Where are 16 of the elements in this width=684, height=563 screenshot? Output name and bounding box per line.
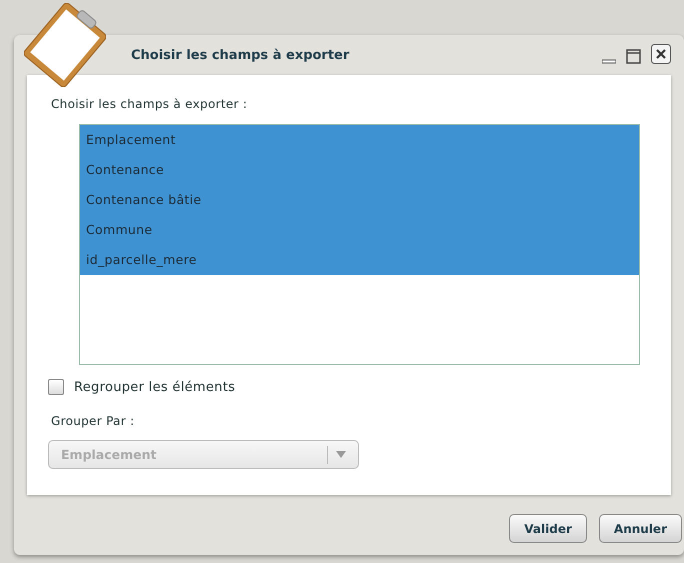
cancel-button[interactable]: Annuler (598, 514, 682, 543)
checkbox-label: Regrouper les éléments (74, 380, 236, 394)
caret-icon (336, 451, 346, 458)
list-item[interactable]: Emplacement (80, 125, 639, 155)
fields-label: Choisir les champs à exporter : (51, 97, 248, 111)
checkbox[interactable] (48, 379, 64, 395)
window-title: Choisir les champs à exporter (131, 48, 350, 62)
list-item[interactable]: Commune (80, 215, 639, 245)
list-item[interactable]: Contenance bâtie (80, 185, 639, 215)
list-item[interactable]: id_parcelle_mere (80, 245, 639, 275)
group-by-label: Grouper Par : (51, 414, 136, 428)
list-item[interactable]: Contenance (80, 155, 639, 185)
maximize-icon[interactable] (626, 49, 641, 64)
minimize-icon[interactable] (602, 59, 616, 64)
validate-button[interactable]: Valider (509, 514, 587, 543)
close-icon[interactable] (651, 44, 671, 64)
